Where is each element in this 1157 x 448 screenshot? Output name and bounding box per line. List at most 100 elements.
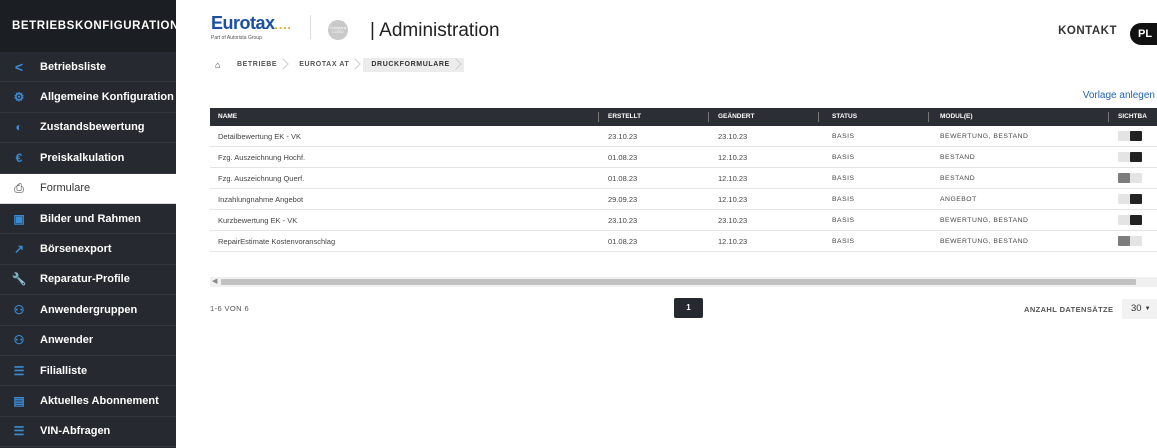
- visibility-toggle[interactable]: [1118, 215, 1142, 225]
- table-body: Detailbewertung EK - VK 23.10.23 23.10.23 B…: [210, 126, 1157, 252]
- cell-modules: BEWERTUNG, BESTAND: [940, 216, 1029, 224]
- cell-visible: [1108, 152, 1157, 162]
- cell-modules: ANGEBOT: [940, 195, 977, 203]
- cell-status: BASIS: [832, 216, 855, 224]
- sidebar-item-label: Anwendergruppen: [40, 303, 138, 316]
- sidebar-item-anwendergruppen[interactable]: ⚇ Anwendergruppen: [0, 295, 176, 326]
- visibility-toggle[interactable]: [1118, 152, 1142, 162]
- column-header-name[interactable]: NAME: [210, 108, 598, 126]
- euro-icon: €: [15, 150, 23, 165]
- cell-created: 23.10.23: [608, 215, 638, 225]
- cell-visible: [1108, 236, 1157, 246]
- sidebar-item-preiskalkulation[interactable]: € Preiskalkulation: [0, 143, 176, 174]
- toggle-knob: [1130, 194, 1142, 204]
- cell-modules: BESTAND: [940, 174, 976, 182]
- cell-name: RepairEstimate Kostenvoranschlag: [218, 236, 336, 246]
- toggle-knob: [1130, 215, 1142, 225]
- cell-modules: BESTAND: [940, 153, 976, 161]
- page-title: | Administration: [370, 20, 500, 41]
- cell-changed: 12.10.23: [718, 173, 748, 183]
- cell-changed: 12.10.23: [718, 194, 748, 204]
- image-icon: ▣: [13, 211, 25, 226]
- toggle-knob: [1118, 236, 1130, 246]
- sidebar-item-label: VIN-Abfragen: [40, 425, 111, 438]
- table-row[interactable]: Kurzbewertung EK - VK 23.10.23 23.10.23 BAS…: [210, 210, 1157, 231]
- sidebar-item-zustandsbewertung[interactable]: ◐ Zustandsbewertung: [0, 113, 176, 144]
- contact-link[interactable]: KONTAKT: [1058, 25, 1117, 37]
- visibility-toggle[interactable]: [1118, 173, 1142, 183]
- sidebar-item-label: Allgemeine Konfiguration: [40, 91, 174, 104]
- cell-name: Kurzbewertung EK - VK: [218, 215, 298, 225]
- page-size-value: 30: [1131, 303, 1142, 314]
- wrench-icon: 🔧: [11, 272, 27, 287]
- sidebar-item-bilder-und-rahmen[interactable]: ▣ Bilder und Rahmen: [0, 204, 176, 235]
- header: Eurotax.... Part of Autorista Group Comp…: [176, 0, 1157, 54]
- sidebar-menu: < Betriebsliste ⚙ Allgemeine Konfiguration ◐…: [0, 52, 176, 448]
- sidebar-item-formulare[interactable]: ⎙ Formulare: [0, 173, 176, 204]
- gear-icon: ⚙: [13, 90, 25, 105]
- horizontal-scrollbar[interactable]: ◀: [210, 277, 1157, 287]
- visibility-toggle[interactable]: [1118, 131, 1142, 141]
- home-icon[interactable]: ⌂: [207, 60, 229, 70]
- breadcrumb-item-betriebe[interactable]: BETRIEBE: [229, 58, 291, 72]
- toggle-knob: [1118, 173, 1130, 183]
- chevron-left-icon: <: [14, 58, 24, 75]
- sidebar-item-betriebsliste[interactable]: < Betriebsliste: [0, 52, 176, 83]
- cell-created: 01.08.23: [608, 236, 638, 246]
- cell-status: BASIS: [832, 237, 855, 245]
- cell-name: Fzg. Auszeichnung Querf.: [218, 173, 305, 183]
- sidebar-item-label: Formulare: [40, 182, 91, 195]
- table-row[interactable]: RepairEstimate Kostenvoranschlag 01.08.23…: [210, 231, 1157, 252]
- scroll-left-icon[interactable]: ◀: [212, 277, 217, 287]
- sidebar-item-aktuelles-abonnement[interactable]: ▤ Aktuelles Abonnement: [0, 386, 176, 417]
- column-header-changed[interactable]: GEÄNDERT: [708, 108, 818, 126]
- sidebar-item-reparatur-profile[interactable]: 🔧 Reparatur-Profile: [0, 265, 176, 296]
- cell-name: Fzg. Auszeichnung Hochf.: [218, 152, 306, 162]
- company-logo: Company LOGO: [328, 20, 348, 40]
- cell-created: 23.10.23: [608, 131, 638, 141]
- cell-created: 01.08.23: [608, 173, 638, 183]
- sidebar-item-allgemeine-konfiguration[interactable]: ⚙ Allgemeine Konfiguration: [0, 82, 176, 113]
- avatar[interactable]: PL: [1130, 23, 1157, 45]
- sidebar-title: BETRIEBSKONFIGURATION: [0, 0, 178, 52]
- cell-changed: 12.10.23: [718, 152, 748, 162]
- column-header-visible[interactable]: SICHTBA: [1108, 108, 1157, 126]
- breadcrumb: ⌂ BETRIEBE EUROTAX AT DRUCKFORMULARE: [207, 58, 464, 72]
- create-template-link[interactable]: Vorlage anlegen: [1083, 90, 1155, 101]
- document-icon: ▤: [13, 393, 25, 408]
- table-row[interactable]: Fzg. Auszeichnung Querf. 01.08.23 12.10.23…: [210, 168, 1157, 189]
- cell-name: Inzahlungnahme Angebot: [218, 194, 304, 204]
- visibility-toggle[interactable]: [1118, 194, 1142, 204]
- table-row[interactable]: Detailbewertung EK - VK 23.10.23 23.10.23 B…: [210, 126, 1157, 147]
- cell-visible: [1108, 131, 1157, 141]
- sidebar-item-label: Anwender: [40, 334, 94, 347]
- column-header-modules[interactable]: MODUL(E): [928, 108, 1108, 126]
- sidebar-item-vin-abfragen[interactable]: ☰ VIN-Abfragen: [0, 417, 176, 448]
- scrollbar-thumb[interactable]: [221, 279, 1136, 285]
- page-button-1[interactable]: 1: [674, 298, 703, 318]
- column-header-status[interactable]: STATUS: [818, 108, 928, 126]
- cell-created: 29.09.23: [608, 194, 638, 204]
- breadcrumb-item-eurotax-at[interactable]: EUROTAX AT: [291, 58, 363, 72]
- printer-icon: ⎙: [14, 180, 24, 195]
- column-header-created[interactable]: ERSTELLT: [598, 108, 708, 126]
- toggle-knob: [1130, 131, 1142, 141]
- table-row[interactable]: Inzahlungnahme Angebot 29.09.23 12.10.23 BA…: [210, 189, 1157, 210]
- cell-modules: BEWERTUNG, BESTAND: [940, 237, 1029, 245]
- cell-modules: BEWERTUNG, BESTAND: [940, 132, 1029, 140]
- sidebar-item-label: Aktuelles Abonnement: [40, 394, 159, 407]
- sidebar-item-filialliste[interactable]: ☰ Filialliste: [0, 356, 176, 387]
- sidebar-item-börsenexport[interactable]: ↗ Börsenexport: [0, 234, 176, 265]
- visibility-toggle[interactable]: [1118, 236, 1142, 246]
- logo-dots: ....: [274, 18, 292, 32]
- eurotax-logo[interactable]: Eurotax.... Part of Autorista Group: [211, 13, 292, 41]
- sidebar-item-label: Filialliste: [40, 364, 88, 377]
- breadcrumb-item-druckformulare: DRUCKFORMULARE: [363, 58, 464, 72]
- table-row[interactable]: Fzg. Auszeichnung Hochf. 01.08.23 12.10.23…: [210, 147, 1157, 168]
- table-header: NAME ERSTELLT GEÄNDERT STATUS MODUL(E) S…: [210, 108, 1157, 126]
- sidebar-item-anwender[interactable]: ⚇ Anwender: [0, 326, 176, 356]
- page-size-select[interactable]: 30 ▼: [1122, 299, 1157, 319]
- cell-changed: 23.10.23: [718, 131, 748, 141]
- sidebar: BETRIEBSKONFIGURATION < Betriebsliste ⚙ All…: [0, 0, 178, 448]
- toggle-knob: [1130, 152, 1142, 162]
